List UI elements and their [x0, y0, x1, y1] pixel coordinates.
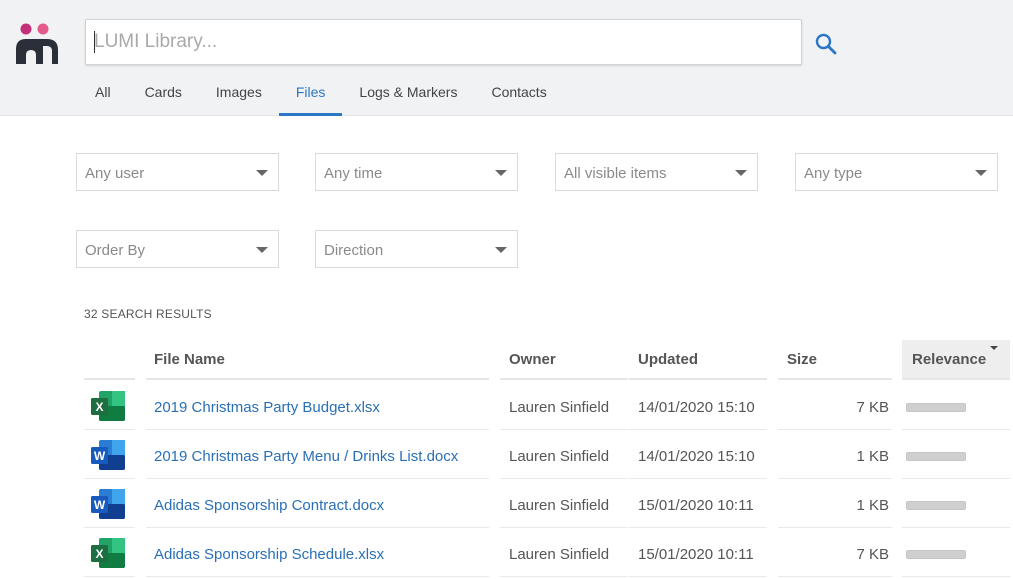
updated-cell: 15/01/2020 10:11: [629, 480, 767, 528]
order-by-select[interactable]: Order By: [76, 230, 279, 268]
user-filter-select[interactable]: Any user: [76, 153, 279, 191]
owner-cell: Lauren Sinfield: [500, 431, 628, 479]
relevance-cell: [902, 382, 1010, 430]
tab-cards[interactable]: Cards: [128, 70, 199, 116]
visibility-filter-value: All visible items: [564, 165, 667, 182]
relevance-bar: [906, 403, 966, 412]
file-name-link[interactable]: Adidas Sponsorship Contract.docx: [154, 497, 384, 514]
file-type-letter: W: [94, 498, 106, 512]
owner-cell: Lauren Sinfield: [500, 382, 628, 430]
file-type-letter: W: [94, 449, 106, 463]
relevance-cell: [902, 480, 1010, 528]
sort-desc-icon: [990, 346, 998, 350]
file-icon-cell: W: [84, 480, 135, 528]
relevance-bar-fill: [907, 404, 965, 411]
tab-files[interactable]: Files: [278, 70, 343, 116]
text-cursor: [94, 31, 95, 53]
direction-select[interactable]: Direction: [315, 230, 518, 268]
search-input[interactable]: [86, 20, 801, 64]
relevance-header-label: Relevance: [912, 351, 987, 368]
column-header-owner[interactable]: Owner: [500, 340, 628, 380]
word-file-icon: W: [91, 440, 125, 470]
file-name-link[interactable]: 2019 Christmas Party Budget.xlsx: [154, 399, 380, 416]
chevron-down-icon: [256, 247, 268, 253]
chevron-down-icon: [975, 170, 987, 176]
chevron-down-icon: [495, 170, 507, 176]
result-type-tabs: All Cards Images Files Logs & Markers Co…: [78, 70, 564, 116]
column-header-icon: [84, 340, 135, 380]
direction-value: Direction: [324, 242, 384, 259]
time-filter-value: Any time: [324, 165, 383, 182]
relevance-cell: [902, 529, 1010, 577]
relevance-bar: [906, 452, 966, 461]
file-icon-cell: W: [84, 431, 135, 479]
column-header-relevance[interactable]: Relevance: [902, 340, 1010, 380]
relevance-cell: [902, 431, 1010, 479]
file-type-letter: X: [95, 400, 103, 414]
file-type-letter: X: [95, 547, 103, 561]
relevance-bar-fill: [907, 453, 965, 460]
updated-cell: 14/01/2020 15:10: [629, 431, 767, 479]
visibility-filter-select[interactable]: All visible items: [555, 153, 758, 191]
relevance-bar: [906, 550, 966, 559]
owner-cell: Lauren Sinfield: [500, 480, 628, 528]
tab-all[interactable]: All: [78, 70, 128, 116]
table-row[interactable]: X Adidas Sponsorship Schedule.xlsx Lauren …: [84, 529, 1010, 578]
type-filter-select[interactable]: Any type: [795, 153, 998, 191]
column-header-size[interactable]: Size: [778, 340, 892, 380]
table-row[interactable]: W Adidas Sponsorship Contract.docx Lauren …: [84, 480, 1010, 529]
updated-cell: 15/01/2020 10:11: [629, 529, 767, 577]
excel-file-icon: X: [91, 538, 125, 568]
user-filter-value: Any user: [85, 165, 145, 182]
file-icon-cell: X: [84, 382, 135, 430]
updated-cell: 14/01/2020 15:10: [629, 382, 767, 430]
word-file-icon: W: [91, 489, 125, 519]
chevron-down-icon: [256, 170, 268, 176]
column-header-updated[interactable]: Updated: [629, 340, 767, 380]
size-cell: 1 KB: [778, 480, 892, 528]
tab-contacts[interactable]: Contacts: [474, 70, 563, 116]
lumi-logo-icon: [16, 23, 58, 64]
search-icon[interactable]: [813, 31, 839, 57]
results-count: 32 SEARCH RESULTS: [84, 307, 212, 321]
time-filter-select[interactable]: Any time: [315, 153, 518, 191]
file-icon-cell: X: [84, 529, 135, 577]
file-name-cell: 2019 Christmas Party Budget.xlsx: [146, 382, 489, 430]
size-cell: 7 KB: [778, 529, 892, 577]
relevance-bar: [906, 501, 966, 510]
table-row[interactable]: X 2019 Christmas Party Budget.xlsx Lauren …: [84, 382, 1010, 431]
top-bar: All Cards Images Files Logs & Markers Co…: [0, 0, 1013, 116]
file-name-cell: 2019 Christmas Party Menu / Drinks List.…: [146, 431, 489, 479]
table-row[interactable]: W 2019 Christmas Party Menu / Drinks List…: [84, 431, 1010, 480]
size-cell: 1 KB: [778, 431, 892, 479]
owner-cell: Lauren Sinfield: [500, 529, 628, 577]
file-name-cell: Adidas Sponsorship Schedule.xlsx: [146, 529, 489, 577]
chevron-down-icon: [495, 247, 507, 253]
tab-logs-markers[interactable]: Logs & Markers: [342, 70, 474, 116]
size-cell: 7 KB: [778, 382, 892, 430]
file-name-link[interactable]: 2019 Christmas Party Menu / Drinks List.…: [154, 448, 458, 465]
chevron-down-icon: [735, 170, 747, 176]
tab-images[interactable]: Images: [199, 70, 279, 116]
relevance-bar-fill: [907, 551, 965, 558]
excel-file-icon: X: [91, 391, 125, 421]
column-header-file-name[interactable]: File Name: [146, 340, 489, 380]
order-by-value: Order By: [85, 242, 146, 259]
relevance-bar-fill: [907, 502, 965, 509]
type-filter-value: Any type: [804, 165, 863, 182]
file-name-link[interactable]: Adidas Sponsorship Schedule.xlsx: [154, 546, 384, 563]
search-box[interactable]: [85, 19, 802, 65]
file-name-cell: Adidas Sponsorship Contract.docx: [146, 480, 489, 528]
